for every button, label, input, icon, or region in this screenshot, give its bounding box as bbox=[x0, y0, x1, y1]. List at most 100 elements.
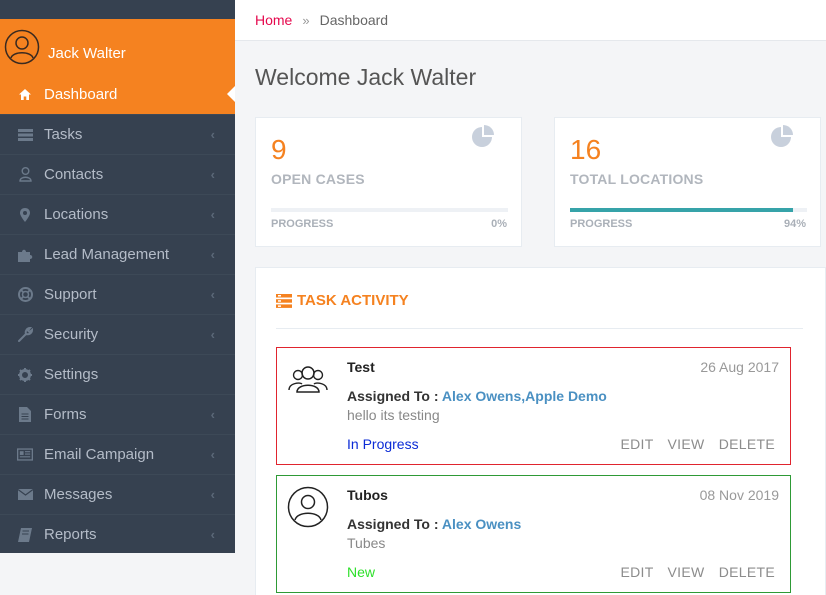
breadcrumb-current: Dashboard bbox=[319, 12, 389, 28]
sidebar-item-settings[interactable]: Settings bbox=[0, 354, 235, 394]
breadcrumb-home-link[interactable]: Home bbox=[255, 12, 292, 28]
user-profile[interactable]: Jack Walter bbox=[0, 19, 235, 74]
task-item[interactable]: Test 26 Aug 2017 Assigned To : Alex Owen… bbox=[276, 347, 791, 465]
task-title: Tubos bbox=[347, 487, 388, 503]
sidebar-item-label: Email Campaign bbox=[44, 446, 155, 463]
user-avatar-icon bbox=[4, 29, 40, 65]
task-assignment: Assigned To : Alex Owens,Apple Demo bbox=[347, 388, 607, 404]
breadcrumb-separator: » bbox=[302, 12, 310, 28]
sidebar: Jack Walter Dashboard Tasks ‹ Contacts ‹… bbox=[0, 0, 235, 553]
task-assignment: Assigned To : Alex Owens bbox=[347, 516, 521, 532]
edit-button[interactable]: EDIT bbox=[621, 436, 654, 452]
tasks-list-icon bbox=[276, 293, 292, 308]
progress-label: PROGRESS bbox=[570, 218, 633, 230]
edit-button[interactable]: EDIT bbox=[621, 564, 654, 580]
stat-card-total-locations[interactable]: 16 TOTAL LOCATIONS PROGRESS 94% bbox=[554, 117, 821, 247]
group-icon bbox=[288, 366, 328, 393]
sidebar-item-label: Support bbox=[44, 286, 97, 303]
sidebar-item-tasks[interactable]: Tasks ‹ bbox=[0, 114, 235, 154]
file-icon bbox=[17, 407, 33, 423]
chevron-left-icon: ‹ bbox=[210, 487, 215, 502]
task-description: hello its testing bbox=[347, 407, 440, 423]
chevron-left-icon: ‹ bbox=[210, 167, 215, 182]
sidebar-item-label: Settings bbox=[44, 366, 99, 383]
sidebar-item-label: Locations bbox=[44, 206, 109, 223]
task-date: 08 Nov 2019 bbox=[699, 487, 779, 503]
chevron-left-icon: ‹ bbox=[210, 247, 215, 262]
sidebar-top-strip bbox=[0, 0, 235, 19]
delete-button[interactable]: DELETE bbox=[719, 564, 775, 580]
main-content: Home » Dashboard Welcome Jack Walter 9 O… bbox=[235, 0, 826, 595]
sidebar-item-contacts[interactable]: Contacts ‹ bbox=[0, 154, 235, 194]
chevron-left-icon: ‹ bbox=[210, 527, 215, 542]
sidebar-item-label: Messages bbox=[44, 486, 113, 503]
user-icon bbox=[17, 167, 33, 183]
user-name: Jack Walter bbox=[48, 45, 126, 62]
user-circle-icon bbox=[287, 486, 329, 528]
page-title: Welcome Jack Walter bbox=[255, 64, 477, 90]
progress-fill bbox=[570, 208, 793, 212]
stat-value: 16 bbox=[570, 134, 602, 165]
divider bbox=[276, 328, 803, 329]
pie-chart-icon bbox=[472, 125, 494, 147]
sidebar-item-label: Reports bbox=[44, 526, 97, 543]
sidebar-item-lead-management[interactable]: Lead Management ‹ bbox=[0, 234, 235, 274]
wrench-icon bbox=[17, 327, 33, 343]
list-icon bbox=[17, 127, 33, 143]
sidebar-item-label: Tasks bbox=[44, 126, 83, 143]
view-button[interactable]: VIEW bbox=[668, 436, 705, 452]
sidebar-item-label: Lead Management bbox=[44, 246, 170, 263]
task-activity-header: TASK ACTIVITY bbox=[276, 292, 409, 309]
chevron-left-icon: ‹ bbox=[210, 447, 215, 462]
chevron-left-icon: ‹ bbox=[210, 327, 215, 342]
assigned-to-label: Assigned To : bbox=[347, 388, 439, 404]
progress-bar bbox=[271, 208, 508, 212]
task-title: Test bbox=[347, 359, 375, 375]
delete-button[interactable]: DELETE bbox=[719, 436, 775, 452]
chevron-left-icon: ‹ bbox=[210, 287, 215, 302]
assigned-to-label: Assigned To : bbox=[347, 516, 439, 532]
sidebar-item-email-campaign[interactable]: Email Campaign ‹ bbox=[0, 434, 235, 474]
sidebar-item-support[interactable]: Support ‹ bbox=[0, 274, 235, 314]
chevron-left-icon: ‹ bbox=[210, 127, 215, 142]
sidebar-item-forms[interactable]: Forms ‹ bbox=[0, 394, 235, 434]
sidebar-item-label: Security bbox=[44, 326, 99, 343]
sidebar-item-label: Forms bbox=[44, 406, 87, 423]
sidebar-item-security[interactable]: Security ‹ bbox=[0, 314, 235, 354]
task-actions: EDIT VIEW DELETE bbox=[611, 564, 776, 580]
sidebar-item-reports[interactable]: Reports ‹ bbox=[0, 514, 235, 554]
task-description: Tubes bbox=[347, 535, 386, 551]
progress-label: PROGRESS bbox=[271, 218, 334, 230]
sidebar-item-label: Dashboard bbox=[44, 85, 118, 103]
sidebar-item-label: Contacts bbox=[44, 166, 104, 183]
stat-value: 9 bbox=[271, 134, 287, 165]
assignee-link[interactable]: Alex Owens bbox=[442, 516, 521, 532]
newspaper-icon bbox=[17, 447, 33, 463]
home-icon bbox=[17, 86, 33, 102]
stat-label: OPEN CASES bbox=[271, 171, 365, 187]
map-pin-icon bbox=[17, 207, 33, 223]
sidebar-item-locations[interactable]: Locations ‹ bbox=[0, 194, 235, 234]
sidebar-item-messages[interactable]: Messages ‹ bbox=[0, 474, 235, 514]
pie-chart-icon bbox=[771, 125, 793, 147]
task-item[interactable]: Tubos 08 Nov 2019 Assigned To : Alex Owe… bbox=[276, 475, 791, 593]
task-date: 26 Aug 2017 bbox=[700, 359, 779, 375]
view-button[interactable]: VIEW bbox=[668, 564, 705, 580]
stat-card-open-cases[interactable]: 9 OPEN CASES PROGRESS 0% bbox=[255, 117, 522, 247]
progress-percent: 0% bbox=[491, 218, 507, 230]
assignee-link[interactable]: Alex Owens,Apple Demo bbox=[442, 388, 607, 404]
task-status: In Progress bbox=[347, 436, 419, 452]
task-activity-panel: TASK ACTIVITY Test 26 Aug 2017 Assigned … bbox=[255, 267, 826, 595]
puzzle-icon bbox=[17, 247, 33, 263]
task-actions: EDIT VIEW DELETE bbox=[611, 436, 776, 452]
task-status: New bbox=[347, 564, 376, 580]
lifebuoy-icon bbox=[17, 287, 33, 303]
sidebar-nav: Dashboard Tasks ‹ Contacts ‹ Locations ‹… bbox=[0, 74, 235, 554]
chevron-left-icon: ‹ bbox=[210, 207, 215, 222]
book-icon bbox=[17, 527, 33, 543]
task-activity-title: TASK ACTIVITY bbox=[297, 292, 409, 309]
gear-icon bbox=[17, 367, 33, 383]
envelope-icon bbox=[17, 487, 33, 503]
breadcrumb: Home » Dashboard bbox=[235, 0, 826, 41]
sidebar-item-dashboard[interactable]: Dashboard bbox=[0, 74, 235, 114]
